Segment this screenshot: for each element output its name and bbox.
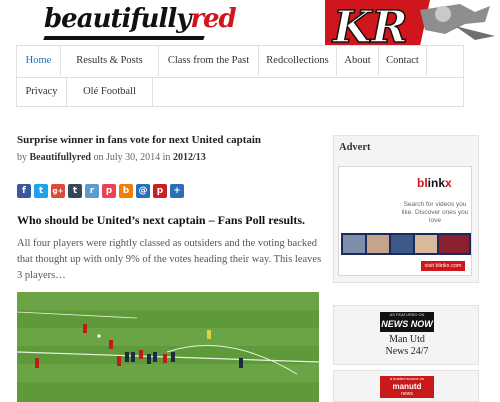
site-header: beautifullyred KR <box>0 0 500 46</box>
pocket-icon[interactable]: p <box>102 184 116 198</box>
trusted-source-small-2: news <box>401 391 413 397</box>
nav-privacy[interactable]: Privacy <box>17 77 67 107</box>
blinkx-ad[interactable]: blinkx Search for videos you like. Disco… <box>338 166 472 276</box>
facebook-icon[interactable]: f <box>17 184 31 198</box>
ad-tagline: Search for videos you like. Discover one… <box>401 201 469 224</box>
share-bar: f t g+ t r p b @ p + <box>17 184 184 198</box>
nav-about[interactable]: About <box>337 46 379 76</box>
site-logo[interactable]: beautifullyred <box>44 4 237 34</box>
logo-underline <box>43 36 205 40</box>
google-plus-icon[interactable]: g+ <box>51 184 65 198</box>
nav-redcollections[interactable]: Redcollections <box>259 46 337 76</box>
advert-title: Advert <box>339 142 371 153</box>
tumblr-icon[interactable]: t <box>68 184 82 198</box>
main-navigation: Home Results & Posts Class from the Past… <box>16 45 464 107</box>
nav-home[interactable]: Home <box>17 46 61 76</box>
nav-class-from-the-past[interactable]: Class from the Past <box>159 46 259 76</box>
newsnow-badge-big: NEWS NOW <box>381 319 433 329</box>
post-title[interactable]: Surprise winner in fans vote for next Un… <box>17 134 261 146</box>
blogger-icon[interactable]: b <box>119 184 133 198</box>
reddit-icon[interactable]: r <box>85 184 99 198</box>
share-more-icon[interactable]: + <box>170 184 184 198</box>
logo-accent-text: red <box>190 4 236 34</box>
trusted-source-big: manutd <box>392 382 422 391</box>
meta-date: on July 30, 2014 in <box>93 152 171 163</box>
meta-by: by <box>17 152 27 163</box>
newsnow-widget: AS FEATURED ON NEWS NOW Man Utd News 24/… <box>333 305 479 365</box>
kr-letters: KR <box>331 2 408 46</box>
advert-widget: Advert blinkx Search for videos you like… <box>333 135 479 283</box>
post-category-link[interactable]: 2012/13 <box>173 152 206 163</box>
newsnow-label-2[interactable]: News 24/7 <box>334 346 480 357</box>
nav-ole-football[interactable]: Olé Football <box>67 77 153 107</box>
post-meta: by Beautifullyred on July 30, 2014 in 20… <box>17 152 206 163</box>
ad-visit-button[interactable]: visit blinkx.com <box>421 261 465 271</box>
post-excerpt: All four players were rightly classed as… <box>17 238 322 281</box>
header-kr-graphic: KR <box>325 0 495 46</box>
newsnow-label-1[interactable]: Man Utd <box>334 334 480 345</box>
post-video-thumbnail[interactable] <box>17 292 319 402</box>
blinkx-logo-b: ink <box>427 176 446 190</box>
newsnow-badge[interactable]: AS FEATURED ON NEWS NOW <box>380 312 434 332</box>
nav-results-posts[interactable]: Results & Posts <box>61 46 159 76</box>
logo-main-text: beautifully <box>44 4 191 34</box>
blinkx-logo-a: bl <box>417 176 428 190</box>
pinterest-icon[interactable]: p <box>153 184 167 198</box>
post-author-link[interactable]: Beautifullyred <box>30 152 91 163</box>
twitter-icon[interactable]: t <box>34 184 48 198</box>
trusted-source-widget: a trusted source on manutd news <box>333 370 479 402</box>
blinkx-logo-c: x <box>445 176 452 190</box>
post-heading: Who should be United’s next captain – Fa… <box>17 213 306 227</box>
email-icon[interactable]: @ <box>136 184 150 198</box>
ad-video-strip <box>341 233 471 255</box>
trusted-source-badge[interactable]: a trusted source on manutd news <box>380 376 434 398</box>
blinkx-logo: blinkx <box>417 176 452 190</box>
nav-contact[interactable]: Contact <box>379 46 427 76</box>
